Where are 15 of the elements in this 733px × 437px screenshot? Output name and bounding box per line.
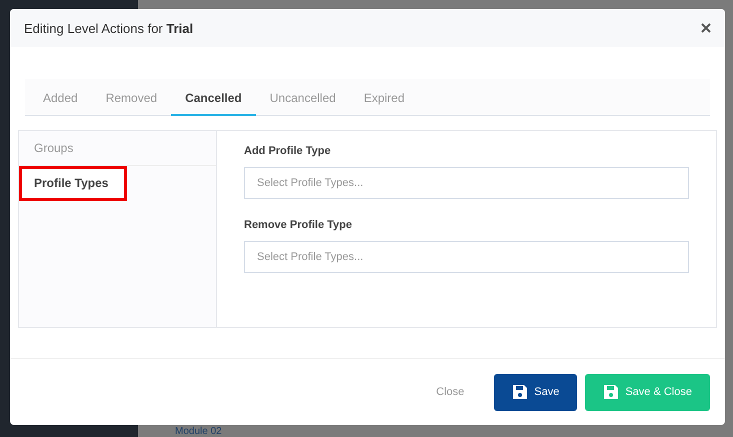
- select-field[interactable]: Select Profile Types...: [244, 241, 689, 273]
- close-button[interactable]: Close: [414, 386, 486, 398]
- save-and-close-button[interactable]: Save & Close: [585, 374, 710, 410]
- tab[interactable]: Removed: [92, 79, 172, 116]
- save-button[interactable]: Save: [494, 374, 578, 410]
- select-field[interactable]: Select Profile Types...: [244, 167, 689, 199]
- tab[interactable]: Uncancelled: [256, 79, 350, 116]
- tab[interactable]: Added: [29, 79, 92, 116]
- field-label: Add Profile Type: [244, 145, 332, 157]
- dialog-title: Editing Level Actions for Trial: [24, 20, 194, 36]
- tab[interactable]: Expired: [350, 79, 418, 116]
- close-icon[interactable]: [701, 23, 711, 33]
- field-label: Remove Profile Type: [244, 219, 353, 231]
- tab[interactable]: Cancelled: [171, 79, 256, 116]
- side-menu-item[interactable]: Profile Types: [19, 166, 127, 201]
